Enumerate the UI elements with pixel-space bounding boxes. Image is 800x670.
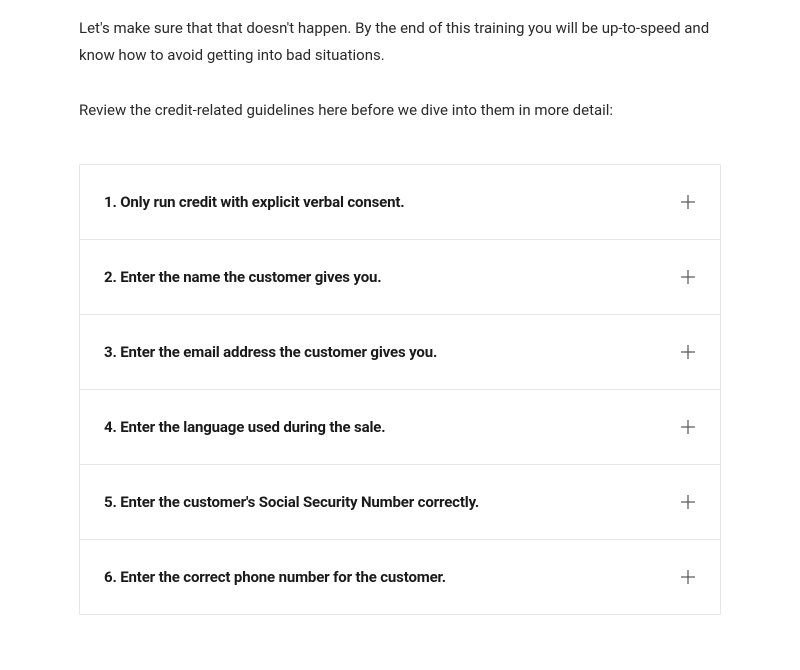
- plus-icon: [680, 344, 696, 360]
- accordion-item-label: 6. Enter the correct phone number for th…: [104, 568, 446, 586]
- accordion-item-1[interactable]: 1. Only run credit with explicit verbal …: [80, 165, 720, 240]
- intro-paragraph-2: Review the credit-related guidelines her…: [79, 97, 721, 124]
- accordion-item-6[interactable]: 6. Enter the correct phone number for th…: [80, 540, 720, 614]
- accordion-item-5[interactable]: 5. Enter the customer's Social Security …: [80, 465, 720, 540]
- accordion-item-label: 2. Enter the name the customer gives you…: [104, 268, 381, 286]
- plus-icon: [680, 494, 696, 510]
- plus-icon: [680, 419, 696, 435]
- accordion-item-label: 1. Only run credit with explicit verbal …: [104, 193, 404, 211]
- accordion-container: 1. Only run credit with explicit verbal …: [79, 164, 721, 615]
- content-wrapper: Let's make sure that that doesn't happen…: [0, 15, 800, 615]
- plus-icon: [680, 269, 696, 285]
- accordion-item-label: 3. Enter the email address the customer …: [104, 343, 437, 361]
- accordion-item-4[interactable]: 4. Enter the language used during the sa…: [80, 390, 720, 465]
- accordion-item-label: 5. Enter the customer's Social Security …: [104, 493, 479, 511]
- intro-paragraph-1: Let's make sure that that doesn't happen…: [79, 15, 721, 69]
- accordion-item-label: 4. Enter the language used during the sa…: [104, 418, 385, 436]
- plus-icon: [680, 569, 696, 585]
- accordion-item-3[interactable]: 3. Enter the email address the customer …: [80, 315, 720, 390]
- accordion-item-2[interactable]: 2. Enter the name the customer gives you…: [80, 240, 720, 315]
- plus-icon: [680, 194, 696, 210]
